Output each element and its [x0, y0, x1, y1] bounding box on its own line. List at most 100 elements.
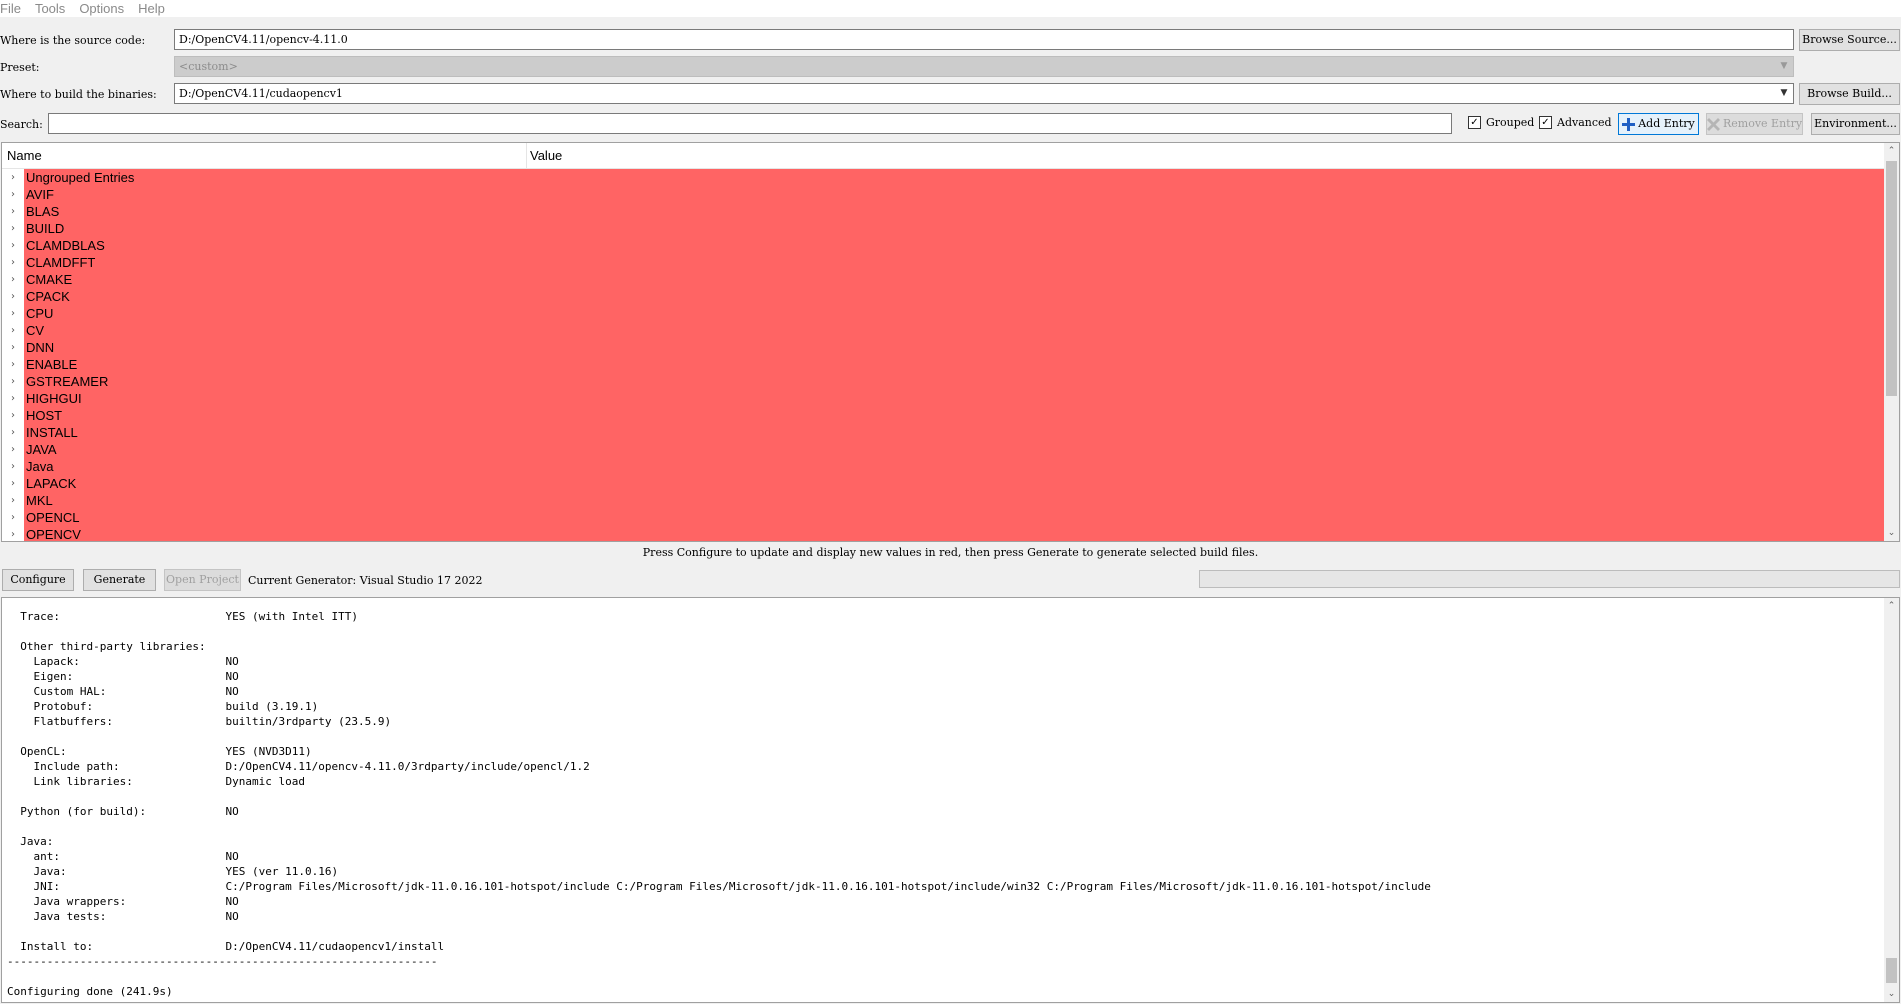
output-text: Trace: YES (with Intel ITT) Other third-…: [7, 609, 1431, 999]
tree-group-row[interactable]: › LAPACK: [2, 475, 1886, 492]
output-log[interactable]: Trace: YES (with Intel ITT) Other third-…: [1, 597, 1900, 1003]
tree-group-row[interactable]: › HIGHGUI: [2, 390, 1886, 407]
chevron-right-icon[interactable]: ›: [6, 339, 20, 356]
tree-group-row[interactable]: › JAVA: [2, 441, 1886, 458]
progress-bar: [1199, 570, 1900, 588]
browse-source-button[interactable]: Browse Source...: [1799, 29, 1900, 51]
current-generator: Current Generator: Visual Studio 17 2022: [248, 574, 483, 587]
remove-entry-button[interactable]: Remove Entry: [1706, 113, 1803, 135]
scroll-up-icon[interactable]: ⌃: [1884, 143, 1899, 159]
chevron-right-icon[interactable]: ›: [6, 475, 20, 492]
tree-group-row[interactable]: › Ungrouped Entries: [2, 169, 1886, 186]
open-project-button[interactable]: Open Project: [164, 569, 241, 591]
chevron-right-icon[interactable]: ›: [6, 441, 20, 458]
configure-button[interactable]: Configure: [2, 569, 74, 591]
scroll-down-icon[interactable]: ⌄: [1884, 525, 1899, 541]
scroll-thumb[interactable]: [1886, 958, 1897, 983]
chevron-right-icon[interactable]: ›: [6, 356, 20, 373]
generate-button[interactable]: Generate: [83, 569, 156, 591]
chevron-right-icon[interactable]: ›: [6, 526, 20, 541]
browse-build-button[interactable]: Browse Build...: [1799, 83, 1900, 105]
chevron-right-icon[interactable]: ›: [6, 492, 20, 509]
tree-group-label: OPENCL: [24, 509, 1886, 526]
tree-group-row[interactable]: › GSTREAMER: [2, 373, 1886, 390]
environment-button[interactable]: Environment...: [1811, 113, 1900, 135]
source-label: Where is the source code:: [0, 34, 146, 47]
scroll-thumb[interactable]: [1886, 161, 1897, 396]
chevron-right-icon[interactable]: ›: [6, 305, 20, 322]
output-line: OpenCL: YES (NVD3D11): [7, 745, 312, 758]
remove-icon: [1707, 117, 1720, 131]
menu-file[interactable]: File: [0, 1, 21, 16]
tree-group-label: Ungrouped Entries: [24, 169, 1886, 186]
tree-scrollbar[interactable]: ⌃ ⌄: [1884, 143, 1899, 541]
tree-group-row[interactable]: › INSTALL: [2, 424, 1886, 441]
add-entry-button[interactable]: Add Entry: [1618, 113, 1699, 135]
chevron-right-icon[interactable]: ›: [6, 237, 20, 254]
chevron-right-icon[interactable]: ›: [6, 458, 20, 475]
tree-group-label: CPACK: [24, 288, 1886, 305]
output-scrollbar[interactable]: ⌃ ⌄: [1884, 598, 1899, 1002]
scroll-up-icon[interactable]: ⌃: [1884, 598, 1899, 614]
cache-tree[interactable]: Name Value › Ungrouped Entries › AVIF › BLAS ›…: [1, 142, 1900, 542]
output-line: Configuring done (241.9s): [7, 985, 173, 998]
tree-group-row[interactable]: › BUILD: [2, 220, 1886, 237]
tree-group-label: AVIF: [24, 186, 1886, 203]
remove-entry-label: Remove Entry: [1722, 117, 1803, 130]
tree-group-row[interactable]: › CLAMDBLAS: [2, 237, 1886, 254]
build-path-combo[interactable]: D:/OpenCV4.11/cudaopencv1 ▼: [174, 83, 1794, 104]
tree-group-row[interactable]: › CPU: [2, 305, 1886, 322]
tree-group-row[interactable]: › DNN: [2, 339, 1886, 356]
tree-group-row[interactable]: › CV: [2, 322, 1886, 339]
tree-group-row[interactable]: › Java: [2, 458, 1886, 475]
chevron-right-icon[interactable]: ›: [6, 322, 20, 339]
menu-options[interactable]: Options: [79, 1, 124, 16]
chevron-right-icon[interactable]: ›: [6, 203, 20, 220]
chevron-right-icon[interactable]: ›: [6, 186, 20, 203]
scroll-down-icon[interactable]: ⌄: [1884, 986, 1899, 1002]
chevron-right-icon[interactable]: ›: [6, 390, 20, 407]
search-label: Search:: [0, 118, 43, 131]
tree-group-label: CMAKE: [24, 271, 1886, 288]
chevron-right-icon[interactable]: ›: [6, 169, 20, 186]
preset-combo: <custom> ▼: [174, 56, 1794, 77]
tree-group-row[interactable]: › CPACK: [2, 288, 1886, 305]
tree-group-row[interactable]: › CMAKE: [2, 271, 1886, 288]
tree-group-row[interactable]: › BLAS: [2, 203, 1886, 220]
chevron-right-icon[interactable]: ›: [6, 407, 20, 424]
tree-group-label: DNN: [24, 339, 1886, 356]
grouped-checkbox[interactable]: ✓ Grouped: [1468, 116, 1534, 129]
tree-group-row[interactable]: › OPENCV: [2, 526, 1886, 541]
tree-rows: › Ungrouped Entries › AVIF › BLAS › BUILD › CLAMD…: [2, 169, 1886, 541]
chevron-right-icon[interactable]: ›: [6, 288, 20, 305]
chevron-right-icon[interactable]: ›: [6, 271, 20, 288]
tree-group-row[interactable]: › OPENCL: [2, 509, 1886, 526]
advanced-checkbox[interactable]: ✓ Advanced: [1539, 116, 1612, 129]
menu-tools[interactable]: Tools: [35, 1, 65, 16]
chevron-right-icon[interactable]: ›: [6, 220, 20, 237]
chevron-right-icon[interactable]: ›: [6, 424, 20, 441]
tree-group-row[interactable]: › MKL: [2, 492, 1886, 509]
tree-group-row[interactable]: › AVIF: [2, 186, 1886, 203]
column-value[interactable]: Value: [530, 148, 562, 163]
search-input[interactable]: [48, 113, 1452, 134]
output-line: Flatbuffers: builtin/3rdparty (23.5.9): [7, 715, 392, 728]
source-path-input[interactable]: D:/OpenCV4.11/opencv-4.11.0: [174, 29, 1794, 50]
tree-group-row[interactable]: › CLAMDFFT: [2, 254, 1886, 271]
menu-help[interactable]: Help: [138, 1, 165, 16]
tree-group-row[interactable]: › HOST: [2, 407, 1886, 424]
grouped-label: Grouped: [1486, 116, 1535, 129]
chevron-right-icon[interactable]: ›: [6, 509, 20, 526]
column-name[interactable]: Name: [7, 148, 42, 163]
chevron-right-icon[interactable]: ›: [6, 373, 20, 390]
tree-group-label: CV: [24, 322, 1886, 339]
chevron-down-icon[interactable]: ▼: [1777, 84, 1791, 103]
tree-group-label: Java: [24, 458, 1886, 475]
tree-group-label: HIGHGUI: [24, 390, 1886, 407]
tree-group-row[interactable]: › ENABLE: [2, 356, 1886, 373]
tree-group-label: HOST: [24, 407, 1886, 424]
tree-group-label: CPU: [24, 305, 1886, 322]
chevron-right-icon[interactable]: ›: [6, 254, 20, 271]
